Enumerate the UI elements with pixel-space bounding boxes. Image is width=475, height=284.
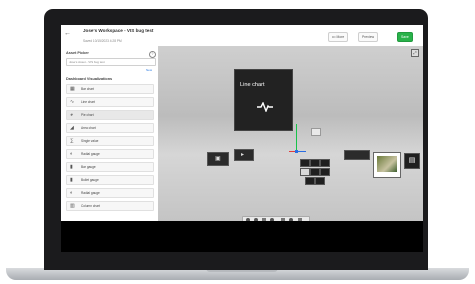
transform-delete-button[interactable] <box>310 168 320 176</box>
panel-title: Line chart <box>240 82 265 88</box>
radial-gauge-icon: ◐ <box>70 190 74 196</box>
camera-icon: ▣ <box>215 156 221 162</box>
dashboard-visualizations-heading: Dashboard Visualizations <box>66 77 113 81</box>
radial-gauge-icon: ◐ <box>70 151 74 157</box>
pan-button[interactable] <box>254 218 258 221</box>
transform-lock-button[interactable] <box>305 177 315 185</box>
bullet-gauge-icon: ▮ <box>70 177 73 183</box>
back-arrow-icon[interactable]: ← <box>64 30 71 37</box>
preview-button[interactable]: Preview <box>358 32 379 42</box>
transform-option-button[interactable] <box>300 168 310 176</box>
view-toolbar <box>242 216 310 221</box>
image-object[interactable] <box>373 152 401 178</box>
zoom-button[interactable] <box>262 218 266 221</box>
sidebar-item-radial-gauge-2[interactable]: ◐ Radial gauge <box>66 188 154 198</box>
column-chart-icon: ▥ <box>70 203 75 209</box>
transform-move-button[interactable] <box>300 159 310 167</box>
audio-object[interactable]: ▸ <box>234 149 254 161</box>
transform-scale-button[interactable] <box>320 159 330 167</box>
label-object[interactable] <box>344 150 370 160</box>
line-chart-icon: ∿ <box>70 99 75 105</box>
more-button[interactable]: ••• More <box>328 32 349 42</box>
orbit-button[interactable] <box>246 218 250 221</box>
single-value-icon: ∑ <box>70 138 74 144</box>
gizmo-center[interactable] <box>295 150 298 153</box>
sidebar-item-single-value[interactable]: ∑ Single value <box>66 136 154 146</box>
selected-cube[interactable] <box>311 128 321 136</box>
video-object[interactable]: ▣ <box>207 152 229 166</box>
3d-scene-canvas[interactable]: ⤢ Line chart ▣ ▸ ▤ <box>158 46 423 221</box>
area-chart-icon: ◢ <box>70 125 74 131</box>
help-icon[interactable]: ? <box>149 51 156 58</box>
sidebar-item-column-chart[interactable]: ▥ Column chart <box>66 201 154 211</box>
workspace-title: Jose's Workspace - VIS bug test <box>83 28 154 33</box>
transform-rotate-button[interactable] <box>310 159 320 167</box>
saved-timestamp: Saved 10/15/2023 4:28 PM <box>83 39 122 43</box>
camera-reset-button[interactable] <box>289 218 293 221</box>
sidebar-item-bullet-gauge[interactable]: ▮ Bullet gauge <box>66 175 154 185</box>
sidebar: Asset Picker ? Jose's Asset - VIS bug te… <box>61 46 159 221</box>
sidebar-item-bar-gauge[interactable]: ▮ Bar gauge <box>66 162 154 172</box>
image-thumbnail <box>377 156 397 172</box>
sidebar-item-pie-chart[interactable]: ◕ Pie chart <box>66 110 154 120</box>
sidebar-item-line-chart[interactable]: ∿ Line chart <box>66 97 154 107</box>
sidebar-item-radial-gauge[interactable]: ◐ Radial gauge <box>66 149 154 159</box>
y-axis-gizmo[interactable] <box>296 124 297 151</box>
bar-chart-icon: ▦ <box>70 86 75 92</box>
fit-view-button[interactable] <box>270 218 274 221</box>
pie-chart-icon: ◕ <box>70 112 74 118</box>
settings-button[interactable] <box>298 218 302 221</box>
fullscreen-icon[interactable]: ⤢ <box>411 49 419 57</box>
header-bar: ← Jose's Workspace - VIS bug test Saved … <box>61 25 423 47</box>
app-screen: ← Jose's Workspace - VIS bug test Saved … <box>61 25 423 252</box>
document-icon[interactable]: ▤ <box>404 153 420 169</box>
grid-toggle-button[interactable] <box>281 218 285 221</box>
asset-search-input[interactable]: Jose's Asset - VIS bug test <box>66 58 156 66</box>
transform-copy-button[interactable] <box>320 168 330 176</box>
sidebar-item-bar-chart[interactable]: ▦ Bar chart <box>66 84 154 94</box>
speaker-icon: ▸ <box>241 152 245 158</box>
line-chart-panel[interactable]: Line chart <box>234 69 293 131</box>
sidebar-item-area-chart[interactable]: ◢ Area chart <box>66 123 154 133</box>
bar-gauge-icon: ▮ <box>70 164 73 170</box>
new-link[interactable]: New <box>146 68 152 72</box>
transform-settings-button[interactable] <box>315 177 325 185</box>
pulse-icon <box>257 102 273 112</box>
z-axis-gizmo[interactable] <box>297 151 306 152</box>
save-button[interactable]: Save <box>397 32 413 42</box>
asset-picker-heading: Asset Picker <box>66 51 89 55</box>
